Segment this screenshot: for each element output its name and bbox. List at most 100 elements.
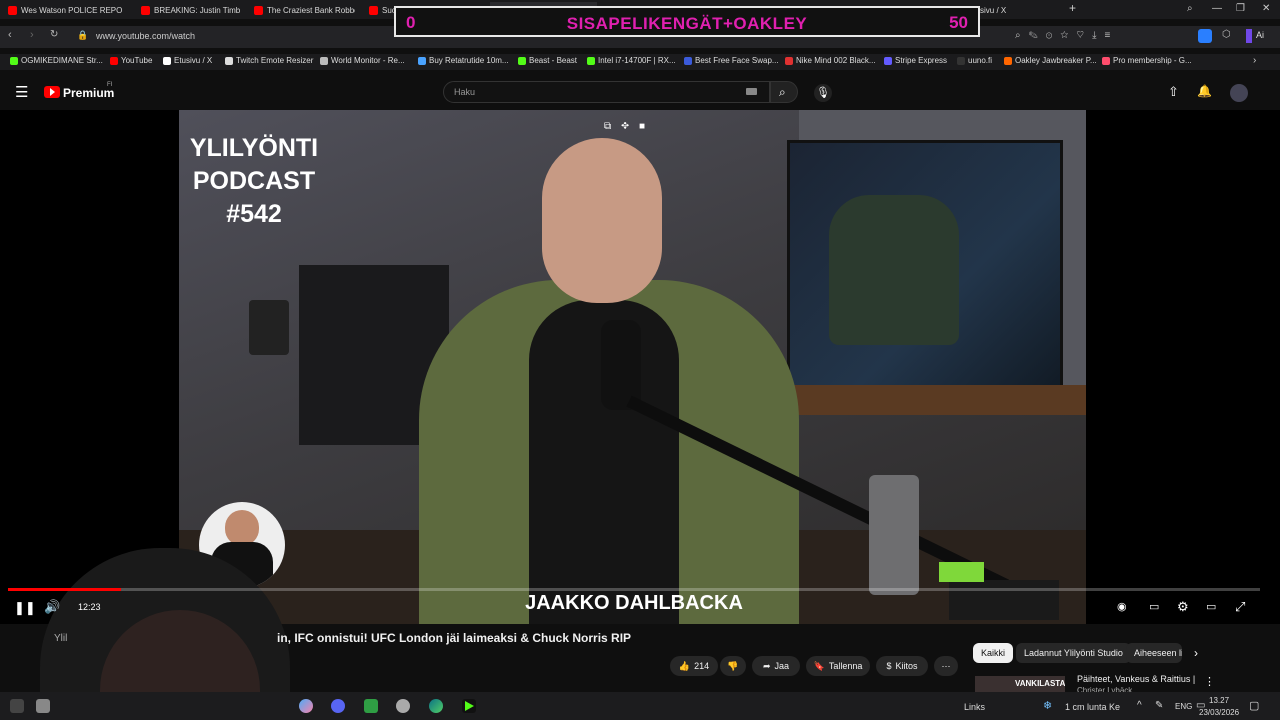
play-glyph [50,88,55,96]
chip-uploaded-by[interactable]: Ladannut Ylilyönti Studio [1016,643,1131,663]
chip-related[interactable]: Aiheeseen li [1126,643,1182,663]
ai-button[interactable]: Ai [1256,30,1264,40]
volume-icon[interactable]: 🔊 [44,599,60,615]
taskbar-app-icon[interactable] [36,699,50,713]
avatar[interactable] [1230,84,1248,102]
search-placeholder: Haku [454,87,476,97]
browser-tab[interactable]: BREAKING: Justin Timberl [141,2,240,18]
weather-text[interactable]: 1 cm lunta Ke [1065,702,1120,712]
settings-app-icon[interactable] [396,699,410,713]
bookmark-favicon-icon [1004,56,1012,65]
bookmark-item[interactable]: World Monitor - Re... [320,56,405,65]
more-actions-button[interactable]: ⋯ [934,656,958,676]
notifications-icon[interactable]: ▢ [1249,699,1259,712]
bookmark-favicon-icon [884,56,892,65]
dislike-button[interactable]: 👎 [720,656,746,676]
suggestion-thumbnail[interactable]: VANKILASTA [975,676,1065,692]
bookmark-favicon-icon [10,56,18,65]
copilot-icon[interactable] [299,699,313,713]
close-window-icon[interactable]: ✕ [1262,3,1270,14]
start-button-icon[interactable] [10,699,24,713]
player-overlay-controls[interactable]: ⧉✥■ [604,121,655,132]
sidebar-marker-icon [1246,29,1252,43]
video-title: in, IFC onnistui! UFC London jäi laimeak… [277,631,632,645]
pen-icon[interactable]: ✎ [1155,700,1163,711]
chips-next-icon[interactable]: › [1194,646,1198,660]
premium-logo-text[interactable]: Premium [63,86,114,100]
pause-icon[interactable]: ❚❚ [14,600,36,616]
language-indicator[interactable]: ENG [1175,702,1192,711]
search-tabs-icon[interactable]: ⌕ [1187,3,1193,14]
thumbs-down-icon: 👎 [727,660,739,671]
settings-gear-icon[interactable]: ⚙ [1177,599,1189,615]
share-button[interactable]: ➦ Jaa [752,656,800,676]
share-label: Jaa [774,661,790,671]
new-tab-icon[interactable]: + [1069,1,1076,15]
bookmark-item[interactable]: Stripe Express [884,56,947,65]
upload-icon[interactable]: ⇧ [1168,84,1179,100]
back-icon[interactable]: ‹ [8,29,12,41]
bookmark-item[interactable]: Best Free Face Swap... [684,56,779,65]
autoplay-toggle-icon[interactable]: ◉ [1117,600,1127,613]
bookmark-item[interactable]: Nike Mind 002 Black... [785,56,876,65]
like-button[interactable]: 👍 214 [670,656,718,676]
browser-tab[interactable]: The Craziest Bank Robber [254,2,355,18]
bookmark-favicon-icon [225,56,233,65]
discord-icon[interactable] [331,699,345,713]
search-input[interactable]: Haku [443,81,770,103]
suggestion-title[interactable]: Päihteet, Vankeus & Raittius | [1077,674,1195,684]
bookmark-item[interactable]: Etusivu / X [163,56,212,65]
extensions-icon[interactable]: ⬡ [1222,29,1231,40]
bookmark-item[interactable]: uuno.fi [957,56,992,65]
kick-app-icon[interactable] [462,699,476,713]
url-field[interactable]: www.youtube.com/watch [96,31,195,41]
suggestion-menu-icon[interactable]: ⋮ [1204,675,1215,688]
podcast-episode-number: #542 [226,200,282,228]
bookmark-item[interactable]: YouTube [110,56,152,65]
clock-date[interactable]: 23/03/2026 [1199,708,1239,717]
bookmark-item[interactable]: Oakley Jawbreaker P... [1004,56,1097,65]
voice-search-icon[interactable]: 🎙 [814,84,832,102]
bookmark-item[interactable]: OGMIKEDIMANE Str... [10,56,103,65]
bookmark-item[interactable]: Intel i7-14700F | RX... [587,56,676,65]
address-bar-actions[interactable]: ⌕✎⊙☆♡⤓≡ [1015,30,1118,41]
browser-tab[interactable]: Wes Watson POLICE REPO [8,2,127,18]
subtitles-icon[interactable]: ▭ [1149,600,1159,613]
edge-browser-icon[interactable] [429,699,443,713]
thanks-button[interactable]: $ Kiitos [876,656,928,676]
bookmark-item[interactable]: Twitch Emote Resizer [225,56,313,65]
extension-icon[interactable] [1198,29,1212,43]
notifications-bell-icon[interactable]: 🔔 [1197,84,1212,98]
clock-time[interactable]: 13.27 [1209,696,1229,705]
tray-chevron-icon[interactable]: ^ [1137,700,1142,711]
bookmark-item[interactable]: Beast - Beast [518,56,577,65]
forward-icon[interactable]: › [30,29,34,41]
theater-mode-icon[interactable]: ▭ [1206,600,1216,613]
menu-icon[interactable]: ☰ [15,83,28,101]
tab-favicon-icon [369,5,378,15]
fullscreen-icon[interactable]: ⤢ [1235,599,1245,615]
bookmark-item[interactable]: Pro membership - G... [1102,56,1192,65]
sticky-note-shape [939,562,984,582]
video-player[interactable]: YLILYÖNTI PODCAST #542 JAAKKO DAHLBACKA … [179,110,1086,624]
lower-third-name: JAAKKO DAHLBACKA [525,592,743,614]
media-app-icon[interactable] [364,699,378,713]
overlay-text: SISAPELIKENGÄT+OAKLEY [566,14,808,33]
bookmark-label: Nike Mind 002 Black... [796,56,876,65]
progress-bar[interactable] [8,588,1260,591]
save-label: Tallenna [828,661,863,671]
channel-name-fragment[interactable]: Ylil [54,633,67,644]
keyboard-icon[interactable] [746,88,757,95]
bookmarks-overflow-icon[interactable]: › [1253,55,1256,66]
overlay-right-value: 50 [949,13,968,32]
minimize-icon[interactable]: — [1212,3,1222,14]
bookmark-favicon-icon [1102,56,1110,65]
save-button[interactable]: 🔖 Tallenna [806,656,870,676]
chip-all[interactable]: Kaikki [973,643,1014,663]
bookmark-label: Buy Retatrutide 10m... [429,56,509,65]
links-toolbar-label[interactable]: Links [964,702,985,712]
bookmark-item[interactable]: Buy Retatrutide 10m... [418,56,509,65]
restore-icon[interactable]: ❐ [1236,3,1245,14]
search-button[interactable]: ⌕ [770,81,798,103]
reload-icon[interactable]: ↻ [50,29,58,40]
